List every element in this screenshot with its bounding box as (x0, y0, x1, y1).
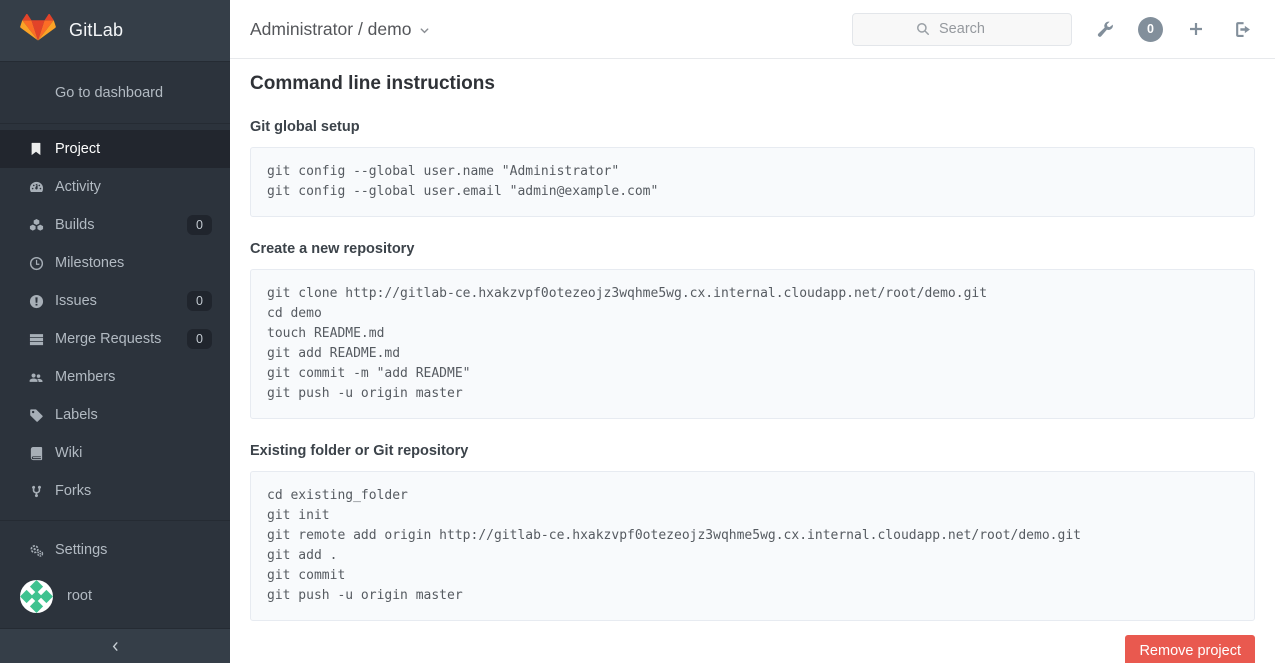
sidebar-item-label: Issues (55, 293, 187, 309)
sidebar-item-issues[interactable]: Issues0 (0, 282, 230, 320)
sidebar: GitLab Go to dashboard Project Activity Bu… (0, 0, 230, 663)
sidebar-item-activity[interactable]: Activity (0, 168, 230, 206)
search-box (852, 13, 1072, 46)
topbar-actions: 0 (852, 13, 1255, 46)
sidebar-item-label: Wiki (55, 445, 212, 461)
sidebar-item-label: Forks (55, 483, 212, 499)
instruction-section: Create a new repository git clone http://… (250, 241, 1255, 419)
gitlab-app: GitLab Go to dashboard Project Activity Bu… (0, 0, 1275, 663)
count-badge: 0 (187, 291, 212, 312)
sidebar-item-wiki[interactable]: Wiki (0, 434, 230, 472)
cubes-icon (28, 217, 44, 233)
logo-row[interactable]: GitLab (0, 0, 230, 62)
sidebar-item-milestones[interactable]: Milestones (0, 244, 230, 282)
page-title: Command line instructions (250, 73, 1255, 95)
chevron-down-icon (419, 25, 430, 36)
sidebar-item-settings[interactable]: Settings (0, 531, 230, 569)
tasks-icon (28, 331, 44, 347)
sidebar-item-merge-requests[interactable]: Merge Requests0 (0, 320, 230, 358)
section-heading: Create a new repository (250, 241, 1255, 257)
users-icon (28, 369, 44, 385)
sidebar-item-builds[interactable]: Builds0 (0, 206, 230, 244)
instruction-section: Existing folder or Git repository cd exis… (250, 443, 1255, 621)
main-panel: Command line instructions Git global set… (230, 59, 1275, 663)
sidebar-divider (0, 520, 230, 521)
exclamation-circle-icon (28, 293, 44, 309)
brand-title: GitLab (69, 20, 123, 41)
topbar: Administrator / demo 0 (230, 0, 1275, 59)
instruction-section: Git global setup git config --global user… (250, 119, 1255, 217)
section-heading: Existing folder or Git repository (250, 443, 1255, 459)
section-heading: Git global setup (250, 119, 1255, 135)
search-input[interactable] (852, 13, 1072, 46)
sidebar-nav: ProjectActivityBuilds0MilestonesIssues0M… (0, 124, 230, 510)
sidebar-user[interactable]: root (0, 573, 230, 619)
count-badge: 0 (187, 329, 212, 350)
sidebar-item-label: Builds (55, 217, 187, 233)
gitlab-tanuki-icon (20, 14, 56, 48)
go-to-dashboard-link[interactable]: Go to dashboard (0, 62, 230, 124)
sidebar-item-label: Milestones (55, 255, 212, 271)
sidebar-item-forks[interactable]: Forks (0, 472, 230, 510)
sidebar-item-labels[interactable]: Labels (0, 396, 230, 434)
sign-out-icon[interactable] (1229, 16, 1255, 42)
book-icon (28, 445, 44, 461)
content-column: Administrator / demo 0 (230, 0, 1275, 663)
breadcrumb-text: Administrator / demo (250, 19, 411, 40)
sidebar-item-label: Labels (55, 407, 212, 423)
cogs-icon (28, 542, 44, 558)
todos-count-badge[interactable]: 0 (1138, 17, 1163, 42)
code-block: cd existing_folder git init git remote a… (250, 471, 1255, 621)
avatar (20, 580, 53, 613)
plus-icon[interactable] (1183, 16, 1209, 42)
sidebar-item-label: Activity (55, 179, 212, 195)
remove-project-button[interactable]: Remove project (1125, 635, 1255, 663)
dashboard-icon (28, 179, 44, 195)
sidebar-item-label: Project (55, 141, 212, 157)
chevron-left-icon (110, 641, 121, 652)
actions-row: Remove project (250, 635, 1255, 663)
sidebar-collapse-button[interactable] (0, 628, 230, 663)
user-name: root (67, 588, 92, 604)
tags-icon (28, 407, 44, 423)
sections: Git global setup git config --global user… (250, 119, 1255, 621)
code-fork-icon (28, 483, 44, 499)
clock-icon (28, 255, 44, 271)
code-block: git clone http://gitlab-ce.hxakzvpf0otez… (250, 269, 1255, 419)
sidebar-item-label: Merge Requests (55, 331, 187, 347)
sidebar-item-label: Members (55, 369, 212, 385)
bookmark-icon (28, 141, 44, 157)
breadcrumb[interactable]: Administrator / demo (250, 19, 430, 40)
code-block: git config --global user.name "Administr… (250, 147, 1255, 217)
count-badge: 0 (187, 215, 212, 236)
sidebar-item-members[interactable]: Members (0, 358, 230, 396)
sidebar-item-project[interactable]: Project (0, 130, 230, 168)
wrench-icon[interactable] (1092, 16, 1118, 42)
sidebar-item-label: Settings (55, 542, 212, 558)
